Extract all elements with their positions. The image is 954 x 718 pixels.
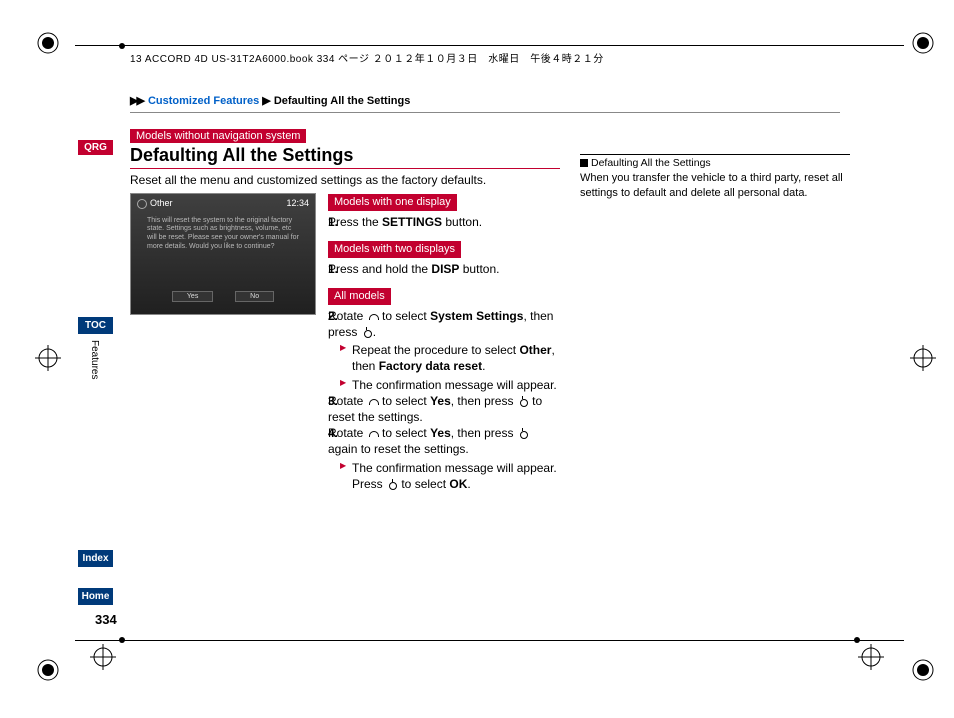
- nav-index[interactable]: Index: [78, 550, 113, 567]
- section-tab: Features: [89, 340, 100, 379]
- display-screenshot: Other 12:34 This will reset the system t…: [130, 193, 316, 315]
- dialog-yes-button: Yes: [172, 291, 213, 302]
- crop-mark-icon: [910, 30, 936, 56]
- gear-icon: [137, 199, 147, 209]
- sidebar-heading: Defaulting All the Settings: [580, 154, 850, 169]
- model-tag: All models: [328, 288, 391, 305]
- nav-toc[interactable]: TOC: [78, 317, 113, 334]
- clock-text: 12:34: [286, 198, 309, 209]
- breadcrumb-link-1[interactable]: Customized Features: [148, 95, 259, 107]
- rotate-knob-icon: [367, 312, 379, 322]
- crop-mark-icon: [910, 345, 936, 371]
- crop-mark-icon: [35, 657, 61, 683]
- print-header-text: 13 ACCORD 4D US-31T2A6000.book 334 ページ ２…: [130, 50, 604, 65]
- sidebar-body: When you transfer the vehicle to a third…: [580, 171, 850, 201]
- intro-text: Reset all the menu and customized settin…: [130, 173, 560, 187]
- info-sidebar: Defaulting All the Settings When you tra…: [580, 128, 850, 201]
- nav-qrg[interactable]: QRG: [78, 140, 113, 155]
- footer-rule: [75, 640, 904, 641]
- section-all-models: All models 2. Rotate to select System Se…: [328, 287, 560, 492]
- press-knob-icon: [517, 397, 529, 407]
- rotate-knob-icon: [367, 397, 379, 407]
- crop-mark-icon: [35, 345, 61, 371]
- dialog-no-button: No: [235, 291, 274, 302]
- model-tag: Models with one display: [328, 194, 457, 211]
- press-knob-icon: [386, 480, 398, 490]
- breadcrumb: ▶▶ Customized Features ▶ Defaulting All …: [130, 94, 840, 113]
- nav-home[interactable]: Home: [78, 588, 113, 605]
- model-tag-main: Models without navigation system: [130, 129, 306, 143]
- crop-mark-icon: [35, 30, 61, 56]
- crop-mark-icon: [910, 657, 936, 683]
- info-icon: [580, 159, 588, 167]
- header-rule: 13 ACCORD 4D US-31T2A6000.book 334 ページ ２…: [75, 45, 904, 46]
- press-knob-icon: [517, 429, 529, 439]
- section-one-display: Models with one display 1. Press the SET…: [328, 193, 560, 230]
- page-number: 334: [95, 612, 117, 627]
- dialog-message: This will reset the system to the origin…: [131, 213, 315, 252]
- breadcrumb-current: Defaulting All the Settings: [274, 95, 411, 107]
- press-knob-icon: [361, 328, 373, 338]
- crop-mark-icon: [858, 644, 884, 670]
- rotate-knob-icon: [367, 429, 379, 439]
- page-title: Defaulting All the Settings: [130, 145, 560, 169]
- section-two-displays: Models with two displays 1. Press and ho…: [328, 240, 560, 277]
- crop-mark-icon: [90, 644, 116, 670]
- model-tag: Models with two displays: [328, 241, 461, 258]
